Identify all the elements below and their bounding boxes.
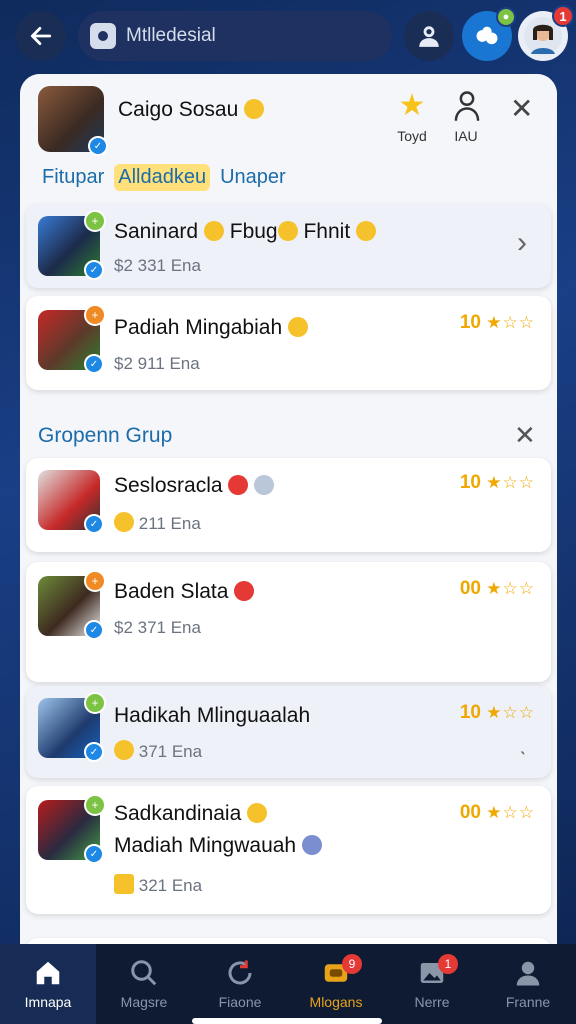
item-meta: 211 Ena bbox=[114, 512, 201, 534]
notification-badge: 1 bbox=[552, 5, 574, 27]
list-item[interactable]: + ✓ Sadkandinaia Madiah Mingwauah 321 En… bbox=[26, 786, 551, 914]
game-icon bbox=[476, 26, 498, 45]
profile-name: Caigo Sosau bbox=[118, 98, 265, 122]
games-button[interactable]: ● bbox=[462, 7, 516, 61]
notification-badge: 9 bbox=[342, 954, 362, 974]
verified-icon: ✓ bbox=[84, 354, 104, 374]
nav-label: Franne bbox=[505, 994, 551, 1010]
item-name: Hadikah Mlinguaalah bbox=[114, 704, 311, 727]
section-title: Gropenn Grup bbox=[38, 424, 173, 447]
verified-icon: ✓ bbox=[84, 742, 104, 762]
nav-label: Mlogans bbox=[309, 994, 363, 1010]
panel-header: ✓ Caigo Sosau ★ Toyd IAU ✕ Fitupar Allda… bbox=[20, 74, 557, 224]
item-meta: $2 331 Ena bbox=[114, 256, 201, 275]
home-icon bbox=[36, 961, 60, 985]
close-icon[interactable]: ✕ bbox=[514, 420, 536, 451]
list-item[interactable]: ✓ Seslosracla 211 Ena 10 ★☆☆ bbox=[26, 458, 551, 552]
rating: 00 ★☆☆ bbox=[459, 802, 535, 823]
account-button[interactable] bbox=[404, 11, 454, 61]
avatar: + ✓ bbox=[38, 794, 106, 864]
badge-icon: + bbox=[84, 210, 106, 232]
item-name: Padiah Mingabiah bbox=[114, 316, 308, 340]
item-meta: 371 Ena bbox=[114, 740, 202, 762]
rating: 10 ★☆☆ bbox=[459, 702, 535, 723]
nav-refresh[interactable]: Fiaone bbox=[192, 944, 288, 1024]
emoji-icon bbox=[244, 99, 265, 119]
item-name: Baden Slata bbox=[114, 580, 255, 604]
verified-icon: ✓ bbox=[84, 260, 104, 280]
nav-images[interactable]: Nerre 1 bbox=[384, 944, 480, 1024]
nav-label: Magsre bbox=[120, 994, 168, 1010]
person-icon bbox=[516, 961, 540, 986]
avatar: + ✓ bbox=[38, 210, 106, 280]
item-meta: $2 371 Ena bbox=[114, 618, 201, 637]
item-name: Sadkandinaia bbox=[114, 802, 268, 826]
list-item[interactable]: + ✓ Saninard Fbug Fhnit $2 331 Ena › bbox=[26, 204, 551, 288]
rating: 10 ★☆☆ bbox=[459, 312, 535, 333]
bottom-nav: Imnapa Magsre Fiaone Mlogans 9 Nerre 1 F… bbox=[0, 944, 576, 1024]
top-bar: Mtlledesial ● 1 bbox=[0, 0, 576, 72]
profile-avatar-button[interactable]: 1 bbox=[518, 5, 574, 61]
chevron-down-icon[interactable]: ˎ bbox=[520, 730, 527, 756]
item-name-line2: Madiah Mingwauah bbox=[114, 834, 322, 858]
list-item[interactable]: + ✓ Padiah Mingabiah $2 911 Ena 10 ★☆☆ bbox=[26, 296, 551, 390]
search-input[interactable]: Mtlledesial bbox=[78, 11, 392, 61]
verified-icon: ✓ bbox=[84, 620, 104, 640]
avatar: + ✓ bbox=[38, 570, 106, 640]
person-label: IAU bbox=[454, 128, 478, 144]
star-icon[interactable]: ★ bbox=[394, 88, 430, 123]
person-outline-icon[interactable] bbox=[452, 90, 482, 122]
nav-search[interactable]: Magsre bbox=[96, 944, 192, 1024]
item-name: Seslosracla bbox=[114, 474, 275, 498]
notification-dot: ● bbox=[496, 7, 516, 27]
item-meta: 321 Ena bbox=[114, 874, 202, 896]
verified-icon: ✓ bbox=[84, 514, 104, 534]
rating: 10 ★☆☆ bbox=[459, 472, 535, 493]
tab-fitupar[interactable]: Fitupar bbox=[38, 164, 108, 191]
home-indicator bbox=[192, 1018, 382, 1024]
item-meta: $2 911 Ena bbox=[114, 354, 200, 373]
badge-icon: + bbox=[84, 570, 106, 592]
nav-label: Imnapa bbox=[24, 994, 72, 1010]
refresh-icon bbox=[228, 960, 252, 985]
friends-panel: ✓ Caigo Sosau ★ Toyd IAU ✕ Fitupar Allda… bbox=[20, 74, 557, 954]
badge-icon: + bbox=[84, 794, 106, 816]
user-icon bbox=[419, 26, 439, 47]
list-item[interactable]: + ✓ Hadikah Mlinguaalah 371 Ena 10 ★☆☆ ˎ bbox=[26, 686, 551, 778]
rating: 00 ★☆☆ bbox=[459, 578, 535, 599]
nav-label: Fiaone bbox=[218, 994, 262, 1010]
item-name: Saninard Fbug Fhnit bbox=[114, 220, 376, 244]
search-icon bbox=[90, 23, 116, 49]
search-icon bbox=[131, 960, 157, 986]
chevron-right-icon[interactable]: › bbox=[517, 226, 527, 260]
verified-icon: ✓ bbox=[88, 136, 108, 156]
back-button[interactable] bbox=[16, 11, 66, 61]
badge-icon: + bbox=[84, 692, 106, 714]
search-text: Mtlledesial bbox=[126, 25, 216, 46]
nav-profile[interactable]: Franne bbox=[480, 944, 576, 1024]
avatar: + ✓ bbox=[38, 692, 106, 762]
avatar[interactable]: ✓ bbox=[38, 86, 108, 156]
tab-unaper[interactable]: Unaper bbox=[216, 164, 290, 191]
nav-trophy[interactable]: Mlogans 9 bbox=[288, 944, 384, 1024]
arrow-left-icon bbox=[30, 27, 52, 45]
nav-home[interactable]: Imnapa bbox=[0, 944, 96, 1024]
avatar: ✓ bbox=[38, 470, 104, 534]
star-label: Toyd bbox=[397, 128, 427, 144]
nav-label: Nerre bbox=[414, 994, 450, 1010]
verified-icon: ✓ bbox=[84, 844, 104, 864]
notification-badge: 1 bbox=[438, 954, 458, 974]
tab-bar: Fitupar Alldadkeu Unaper bbox=[38, 164, 290, 191]
avatar: + ✓ bbox=[38, 304, 106, 374]
list-item[interactable]: + ✓ Baden Slata $2 371 Ena 00 ★☆☆ bbox=[26, 562, 551, 682]
close-icon[interactable]: ✕ bbox=[510, 92, 533, 125]
badge-icon: + bbox=[84, 304, 106, 326]
tab-alldadkeu[interactable]: Alldadkeu bbox=[114, 164, 211, 191]
